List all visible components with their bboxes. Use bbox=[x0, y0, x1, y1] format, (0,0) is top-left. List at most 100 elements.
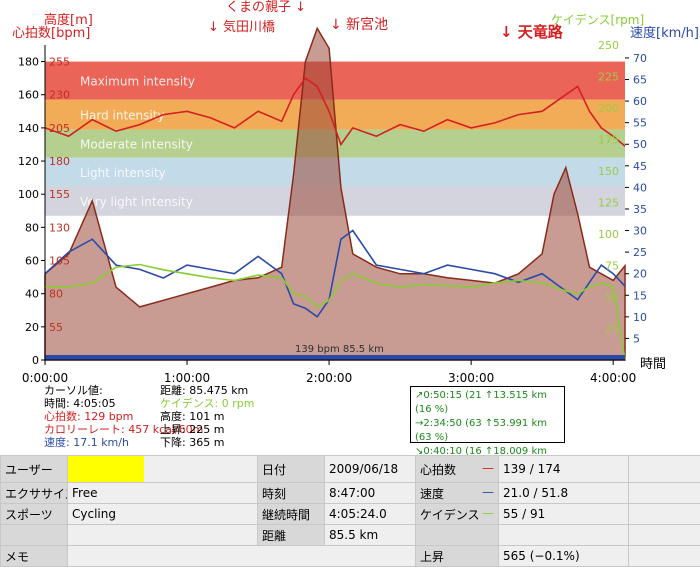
exercise-label: エクササイズ bbox=[1, 483, 68, 504]
hr-tick-label: 180 bbox=[18, 56, 39, 69]
user-highlight bbox=[68, 456, 144, 482]
hr-tick-label: 160 bbox=[18, 89, 39, 102]
memo-label: メモ bbox=[1, 546, 68, 567]
cadence-tick-label: 50 bbox=[605, 291, 619, 304]
altitude-tick-label: 105 bbox=[49, 255, 70, 268]
distance-label: 距離 bbox=[258, 525, 325, 546]
cadence-tick-label: 100 bbox=[598, 228, 619, 241]
workout-chart: Maximum intensityHard intensityModerate … bbox=[0, 0, 700, 392]
sport-label: スポーツ bbox=[1, 504, 68, 525]
user-value[interactable] bbox=[68, 456, 258, 483]
hr-tick-label: 0 bbox=[32, 354, 39, 367]
place-annotation: ↓ 新宮池 bbox=[330, 17, 388, 33]
annotations-layer: くまの親子 ↓↓ 気田川橋↓ 新宮池↓ 天竜路 bbox=[208, 0, 564, 41]
table-row: 距離 85.5 km bbox=[1, 525, 700, 546]
sport-value: Cycling bbox=[68, 504, 258, 525]
time-axis-title: 時間 bbox=[640, 357, 666, 372]
altitude-tick-label: 80 bbox=[49, 288, 63, 301]
speed-tick-label: 5 bbox=[633, 332, 640, 345]
altitude-tick-label: 130 bbox=[49, 221, 70, 234]
duration-label: 継続時間 bbox=[258, 504, 325, 525]
speed-tick-label: 25 bbox=[633, 246, 647, 259]
spacer bbox=[629, 546, 700, 567]
duration-value: 4:05:24.0 bbox=[325, 504, 416, 525]
time-tick-label: 4:00:00 bbox=[590, 371, 636, 385]
hr-tick-label: 100 bbox=[18, 188, 39, 201]
speed-tick-label: 10 bbox=[633, 311, 647, 324]
cursor-descent: 下降: 365 m bbox=[160, 436, 254, 449]
empty-cell bbox=[68, 525, 258, 546]
speed-tick-label: 15 bbox=[633, 289, 647, 302]
ascent-value: 565 (−0.1%) bbox=[499, 546, 629, 567]
speed-axis-title: 速度[km/h] bbox=[630, 25, 699, 41]
hr-label: 心拍数— bbox=[416, 456, 499, 483]
speed-label: 速度— bbox=[416, 483, 499, 504]
time-label: 時刻 bbox=[258, 483, 325, 504]
date-label: 日付 bbox=[258, 456, 325, 483]
user-label: ユーザー bbox=[1, 456, 68, 483]
speed-tick-label: 60 bbox=[633, 95, 647, 108]
cadence-value: 55 / 91 bbox=[499, 504, 629, 525]
table-row: メモ 上昇 565 (−0.1%) bbox=[1, 546, 700, 567]
speed-tick-label: 20 bbox=[633, 268, 647, 281]
cadence-tick-label: 125 bbox=[598, 197, 619, 210]
baseline-bar bbox=[45, 355, 625, 360]
hr-value: 139 / 174 bbox=[499, 456, 629, 483]
empty-cell bbox=[1, 525, 68, 546]
altitude-tick-label: 205 bbox=[49, 122, 70, 135]
cadence-tick-label: 175 bbox=[598, 134, 619, 147]
cursor-cadence: ケイデンス: 0 rpm bbox=[160, 397, 254, 410]
speed-tick-label: 30 bbox=[633, 225, 647, 238]
cadence-tick-label: 250 bbox=[598, 39, 619, 52]
speed-tick-label: 40 bbox=[633, 181, 647, 194]
speed-tick-label: 65 bbox=[633, 74, 647, 87]
cursor-values-2: 距離: 85.475 km ケイデンス: 0 rpm 高度: 101 m 上昇:… bbox=[160, 384, 254, 449]
cadence-tick-label: 75 bbox=[605, 260, 619, 273]
cursor-distance: 距離: 85.475 km bbox=[160, 384, 254, 397]
speed-tick-label: 45 bbox=[633, 160, 647, 173]
zone-summary-box: ↗0:50:15 (21 ↑13.515 km (16 %) →2:34:50 … bbox=[410, 386, 565, 443]
workout-info-table: ユーザー 日付 2009/06/18 心拍数— 139 / 174 エクササイズ… bbox=[0, 455, 700, 567]
cursor-ascent: 上昇: 225 m bbox=[160, 423, 254, 436]
spacer bbox=[629, 456, 700, 483]
table-row: エクササイズ Free 時刻 8:47:00 速度— 21.0 / 51.8 bbox=[1, 483, 700, 504]
cadence-tick-label: 150 bbox=[598, 165, 619, 178]
place-annotation: くまの親子 ↓ bbox=[226, 0, 306, 15]
altitude-tick-label: 255 bbox=[49, 56, 70, 69]
ascent-label: 上昇 bbox=[416, 546, 499, 567]
cadence-label: ケイデンス— bbox=[416, 504, 499, 525]
empty-cell bbox=[499, 525, 629, 546]
cadence-tick-label: 25 bbox=[605, 323, 619, 336]
table-row: スポーツ Cycling 継続時間 4:05:24.0 ケイデンス— 55 / … bbox=[1, 504, 700, 525]
zone-summary-level: →2:34:50 (63 ↑53.991 km (63 %) bbox=[415, 417, 560, 445]
cadence-tick-label: 225 bbox=[598, 71, 619, 84]
speed-tick-label: 55 bbox=[633, 117, 647, 130]
altitude-tick-label: 55 bbox=[49, 321, 63, 334]
hr-tick-label: 80 bbox=[25, 221, 39, 234]
time-tick-label: 1:00:00 bbox=[164, 371, 210, 385]
heart-rate-axis-title: 心拍数[bpm] bbox=[12, 26, 90, 41]
time-tick-label: 3:00:00 bbox=[448, 371, 494, 385]
table-row: ユーザー 日付 2009/06/18 心拍数— 139 / 174 bbox=[1, 456, 700, 483]
hr-tick-label: 20 bbox=[25, 321, 39, 334]
speed-tick-label: 35 bbox=[633, 203, 647, 216]
speed-tick-label: 50 bbox=[633, 138, 647, 151]
zone-summary-up: ↗0:50:15 (21 ↑13.515 km (16 %) bbox=[415, 389, 560, 417]
distance-value: 85.5 km bbox=[325, 525, 416, 546]
memo-value[interactable] bbox=[68, 546, 416, 567]
place-annotation: ↓ 気田川橋 bbox=[208, 19, 275, 35]
zone-label: Light intensity bbox=[80, 166, 166, 180]
center-summary-label: 139 bpm 85.5 km bbox=[295, 344, 384, 355]
altitude-tick-label: 180 bbox=[49, 155, 70, 168]
time-tick-label: 0:00:00 bbox=[22, 371, 68, 385]
altitude-tick-label: 155 bbox=[49, 188, 70, 201]
date-value: 2009/06/18 bbox=[325, 456, 416, 483]
exercise-value: Free bbox=[68, 483, 258, 504]
altitude-tick-label: 230 bbox=[49, 89, 70, 102]
hr-tick-label: 60 bbox=[25, 255, 39, 268]
hr-tick-label: 40 bbox=[25, 288, 39, 301]
time-tick-label: 2:00:00 bbox=[306, 371, 352, 385]
spacer bbox=[629, 483, 700, 504]
zone-label: Very light intensity bbox=[80, 195, 193, 209]
hr-tick-label: 120 bbox=[18, 155, 39, 168]
